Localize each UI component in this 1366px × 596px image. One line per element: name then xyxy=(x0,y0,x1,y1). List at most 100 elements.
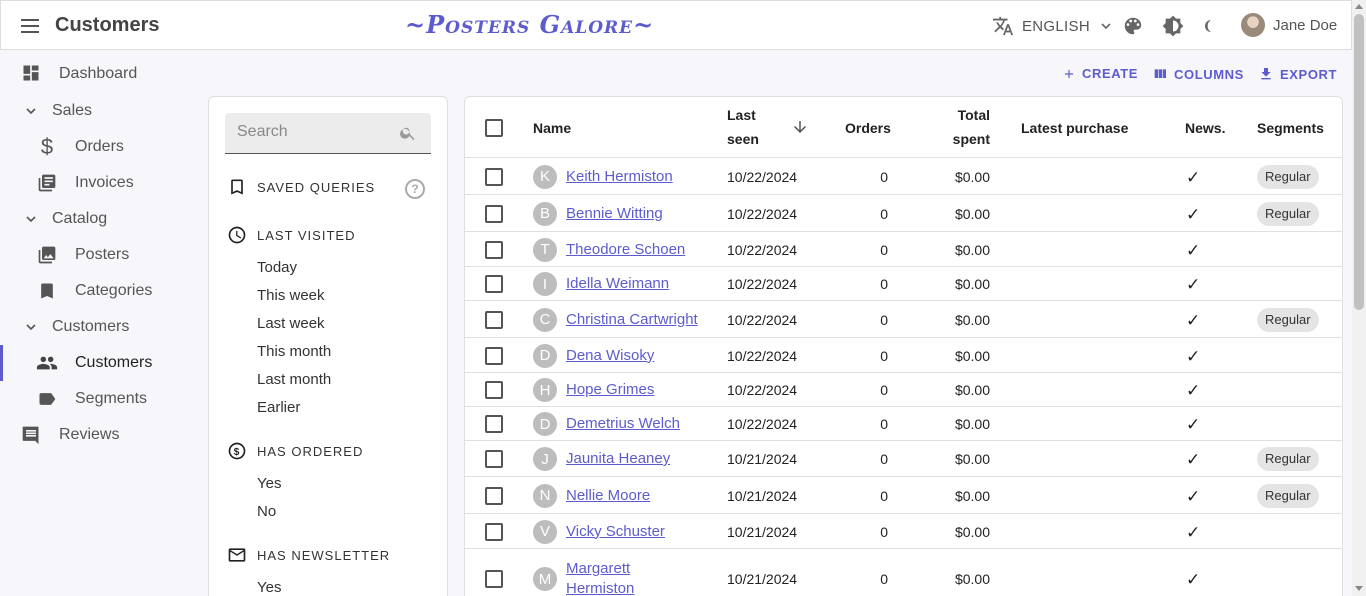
table-row[interactable]: V Vicky Schuster 10/21/2024 0 $0.00 ✓ xyxy=(465,514,1342,549)
column-header-orders[interactable]: Orders xyxy=(845,116,891,140)
table-row[interactable]: K Keith Hermiston 10/22/2024 0 $0.00 ✓ Regular xyxy=(465,158,1342,195)
table-row[interactable]: T Theodore Schoen 10/22/2024 0 $0.00 ✓ xyxy=(465,232,1342,267)
sidebar-item-reviews[interactable]: Reviews xyxy=(0,417,195,453)
search-field[interactable] xyxy=(225,113,431,154)
column-header-total-spent[interactable]: Total spent xyxy=(935,103,990,151)
export-button[interactable]: EXPORT xyxy=(1258,66,1337,82)
customer-name-link[interactable]: Jaunita Heaney xyxy=(566,449,670,469)
table-row[interactable]: D Demetrius Welch 10/22/2024 0 $0.00 ✓ xyxy=(465,407,1342,441)
customer-name-link[interactable]: Keith Hermiston xyxy=(566,167,673,187)
row-checkbox[interactable] xyxy=(485,240,503,259)
row-checkbox[interactable] xyxy=(485,415,503,433)
sidebar-item-orders[interactable]: $ Orders xyxy=(0,129,195,165)
sidebar-item-label: Dashboard xyxy=(59,65,138,82)
table-row[interactable]: I Idella Weimann 10/22/2024 0 $0.00 ✓ xyxy=(465,267,1342,301)
row-checkbox[interactable] xyxy=(485,450,503,468)
customer-name-link[interactable]: Demetrius Welch xyxy=(566,414,680,434)
column-header-latest-purchase[interactable]: Latest purchase xyxy=(1021,116,1128,140)
filter-last-month[interactable]: Last month xyxy=(257,371,331,388)
has-ordered-section: $ HAS ORDERED xyxy=(227,441,363,461)
sidebar-item-customers[interactable]: Customers xyxy=(0,345,195,381)
table-row[interactable]: C Christina Cartwright 10/22/2024 0 $0.00 ✓ Re… xyxy=(465,301,1342,338)
avatar xyxy=(1241,13,1265,37)
row-checkbox[interactable] xyxy=(485,486,503,505)
filter-today[interactable]: Today xyxy=(257,259,297,276)
column-header-last-seen[interactable]: Last seen xyxy=(727,103,759,151)
avatar: J xyxy=(533,447,557,471)
customer-name-link[interactable]: Margarett Hermiston xyxy=(566,559,656,596)
customer-name-link[interactable]: Vicky Schuster xyxy=(566,522,665,542)
customer-name-link[interactable]: Hope Grimes xyxy=(566,380,654,400)
sidebar-item-posters[interactable]: Posters xyxy=(0,237,195,273)
row-checkbox[interactable] xyxy=(485,570,503,588)
filter-ordered-no[interactable]: No xyxy=(257,503,276,520)
sidebar-item-label: Posters xyxy=(75,246,130,263)
column-header-newsletter[interactable]: News. xyxy=(1185,116,1225,140)
total-spent-cell: $0.00 xyxy=(954,571,990,587)
brightness-icon[interactable] xyxy=(1162,15,1184,37)
sidebar-group-customers[interactable]: Customers xyxy=(0,309,195,345)
sidebar-item-segments[interactable]: Segments xyxy=(0,381,195,417)
scroll-up-arrow-icon[interactable] xyxy=(1355,4,1363,9)
sidebar-group-sales[interactable]: Sales xyxy=(0,93,195,129)
has-ordered-title: HAS ORDERED xyxy=(257,443,364,459)
row-checkbox[interactable] xyxy=(485,167,503,186)
sidebar-item-invoices[interactable]: Invoices xyxy=(0,165,195,201)
row-checkbox[interactable] xyxy=(485,346,503,365)
table-row[interactable]: M Margarett Hermiston 10/21/2024 0 $0.00 ✓ xyxy=(465,549,1342,596)
sidebar-group-catalog[interactable]: Catalog xyxy=(0,201,195,237)
scrollbar-thumb[interactable] xyxy=(1354,14,1364,310)
table-row[interactable]: J Jaunita Heaney 10/21/2024 0 $0.00 ✓ Regular xyxy=(465,441,1342,477)
newsletter-check-icon: ✓ xyxy=(1186,415,1201,434)
customer-name-link[interactable]: Christina Cartwright xyxy=(566,310,698,330)
newsletter-check-icon: ✓ xyxy=(1186,486,1201,506)
orders-cell: 0 xyxy=(880,241,888,258)
dark-mode-icon[interactable] xyxy=(1201,15,1223,37)
column-header-name[interactable]: Name xyxy=(533,116,571,140)
scroll-down-arrow-icon[interactable] xyxy=(1355,586,1363,591)
table-row[interactable]: B Bennie Witting 10/22/2024 0 $0.00 ✓ Regular xyxy=(465,195,1342,232)
arrow-down-icon[interactable] xyxy=(791,118,809,136)
row-checkbox[interactable] xyxy=(485,310,503,329)
row-checkbox[interactable] xyxy=(485,381,503,399)
sidebar-item-categories[interactable]: Categories xyxy=(0,273,195,309)
sidebar-item-label: Reviews xyxy=(59,426,120,443)
orders-cell: 0 xyxy=(880,311,888,328)
search-input[interactable] xyxy=(237,123,387,141)
help-icon[interactable]: ? xyxy=(405,179,425,199)
column-header-last-seen-line2: seen xyxy=(727,131,759,147)
row-checkbox[interactable] xyxy=(485,275,503,293)
sidebar-item-dashboard[interactable]: Dashboard xyxy=(0,55,195,93)
search-icon[interactable] xyxy=(399,124,417,142)
row-checkbox[interactable] xyxy=(485,204,503,223)
table-row[interactable]: H Hope Grimes 10/22/2024 0 $0.00 ✓ xyxy=(465,373,1342,407)
row-checkbox[interactable] xyxy=(485,522,503,541)
customer-name-link[interactable]: Theodore Schoen xyxy=(566,240,685,260)
total-spent-cell: $0.00 xyxy=(954,276,990,292)
columns-button[interactable]: COLUMNS xyxy=(1152,66,1244,82)
customer-name-link[interactable]: Bennie Witting xyxy=(566,204,663,224)
create-button[interactable]: CREATE xyxy=(1062,66,1138,81)
menu-icon[interactable] xyxy=(19,15,41,37)
filter-this-month[interactable]: This month xyxy=(257,343,331,360)
user-menu[interactable]: Jane Doe xyxy=(1241,13,1337,37)
total-spent-cell: $0.00 xyxy=(954,487,990,504)
table-row[interactable]: N Nellie Moore 10/21/2024 0 $0.00 ✓ Regular xyxy=(465,477,1342,514)
column-header-segments: Segments xyxy=(1257,120,1324,136)
filter-earlier[interactable]: Earlier xyxy=(257,399,300,416)
language-selector[interactable]: ENGLISH xyxy=(992,15,1114,37)
palette-icon[interactable] xyxy=(1122,15,1144,37)
orders-cell: 0 xyxy=(880,168,888,185)
filter-ordered-yes[interactable]: Yes xyxy=(257,475,281,492)
customer-name-link[interactable]: Nellie Moore xyxy=(566,486,650,506)
filter-last-week[interactable]: Last week xyxy=(257,315,325,332)
customer-name-link[interactable]: Idella Weimann xyxy=(566,274,669,294)
filter-this-week[interactable]: This week xyxy=(257,287,325,304)
table-row[interactable]: D Dena Wisoky 10/22/2024 0 $0.00 ✓ xyxy=(465,338,1342,373)
translate-icon xyxy=(992,16,1014,36)
filter-newsletter-yes[interactable]: Yes xyxy=(257,579,281,596)
column-header-total-line2: spent xyxy=(952,131,990,147)
last-seen-cell: 10/21/2024 xyxy=(727,487,798,504)
select-all-checkbox[interactable] xyxy=(485,119,503,137)
customer-name-link[interactable]: Dena Wisoky xyxy=(566,346,654,366)
